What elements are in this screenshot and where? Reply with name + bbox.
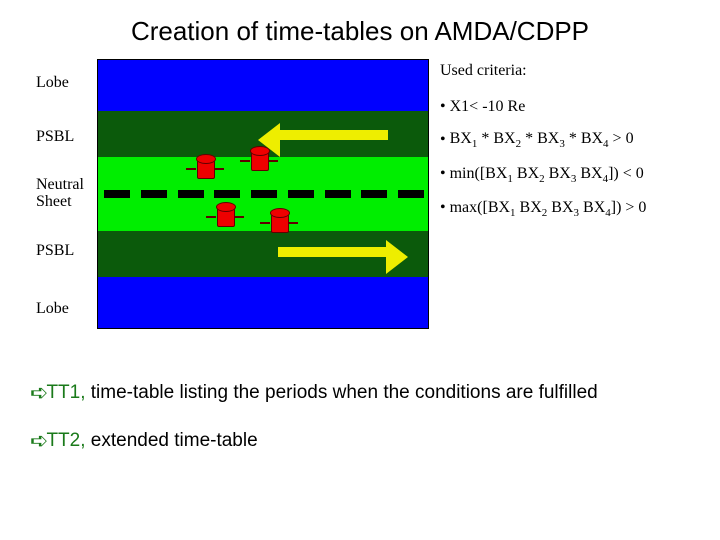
label-neutral-sheet: Neutral Sheet (36, 176, 106, 210)
spacecraft-icon (194, 156, 216, 182)
bullet-dot-icon: • (440, 165, 446, 183)
arrow-bullet-icon: ➪ (30, 380, 48, 406)
tt1-description: time-table listing the periods when the … (91, 382, 598, 403)
criterion-1: • X1< -10 Re (440, 98, 710, 116)
flow-arrow-left-icon (278, 130, 388, 140)
criterion-2: • BX1 * BX2 * BX3 * BX4 > 0 (440, 130, 710, 150)
criterion-3: • min([BX1 BX2 BX3 BX4]) < 0 (440, 165, 710, 185)
figure: Lobe PSBL Neutral Sheet PSBL Lobe (0, 60, 720, 340)
tt1-label: TT1, (46, 382, 90, 403)
criterion-4: • max([BX1 BX2 BX3 BX4]) > 0 (440, 199, 710, 219)
criterion-text: BX1 * BX2 * BX3 * BX4 > 0 (450, 130, 634, 147)
criteria-panel: Used criteria: • X1< -10 Re • BX1 * BX2 … (440, 60, 710, 233)
region-lobe-top (98, 60, 428, 111)
criteria-heading: Used criteria: (440, 62, 710, 80)
neutral-sheet-line (104, 190, 424, 198)
spacecraft-icon (268, 210, 290, 236)
label-lobe-top: Lobe (36, 74, 106, 92)
note-tt2: ➪TT2, extended time-table (30, 426, 690, 452)
slide: Creation of time-tables on AMDA/CDPP Lob… (0, 0, 720, 540)
bullet-dot-icon: • (440, 98, 446, 116)
label-neutral-line1: Neutral (36, 176, 84, 193)
region-lobe-bottom (98, 277, 428, 328)
tt2-description: extended time-table (91, 430, 258, 451)
page-title: Creation of time-tables on AMDA/CDPP (0, 16, 720, 47)
label-lobe-bottom: Lobe (36, 300, 106, 318)
label-psbl-bottom: PSBL (36, 242, 106, 260)
magnetotail-diagram (98, 60, 428, 328)
bullet-dot-icon: • (440, 199, 446, 217)
criterion-text: min([BX1 BX2 BX3 BX4]) < 0 (450, 165, 644, 182)
spacecraft-icon (248, 148, 270, 174)
note-tt1: ➪TT1, time-table listing the periods whe… (30, 378, 690, 404)
label-psbl-top: PSBL (36, 128, 106, 146)
arrow-bullet-icon: ➪ (30, 428, 48, 454)
criterion-text: X1< -10 Re (450, 98, 526, 115)
criterion-text: max([BX1 BX2 BX3 BX4]) > 0 (450, 199, 647, 216)
bullet-dot-icon: • (440, 131, 446, 149)
label-neutral-line2: Sheet (36, 193, 72, 210)
flow-arrow-right-icon (278, 247, 388, 257)
spacecraft-icon (214, 204, 236, 230)
region-labels: Lobe PSBL Neutral Sheet PSBL Lobe (0, 60, 98, 340)
tt2-label: TT2, (46, 430, 90, 451)
